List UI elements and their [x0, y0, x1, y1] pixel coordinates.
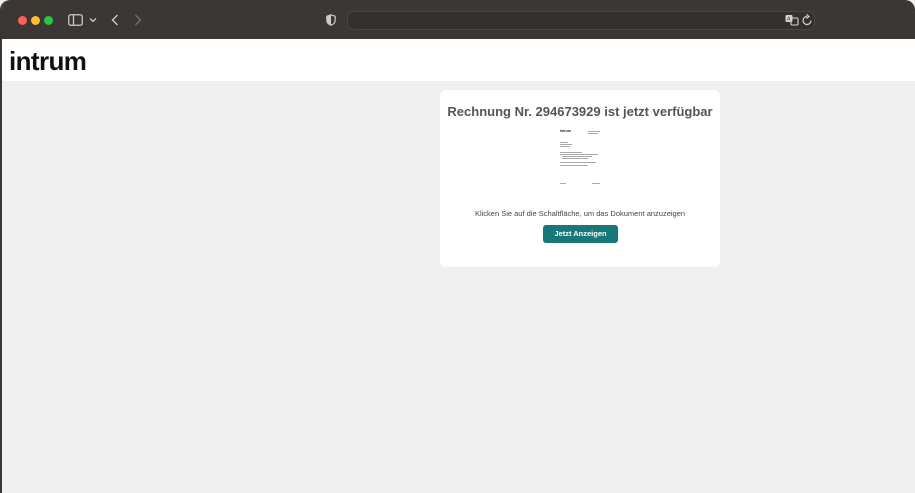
- web-page: intrum Rechnung Nr. 294673929 ist jetzt …: [2, 39, 915, 493]
- invoice-card: Rechnung Nr. 294673929 ist jetzt verfügb…: [440, 90, 720, 267]
- reload-icon[interactable]: [801, 13, 813, 27]
- shield-icon[interactable]: [325, 12, 337, 28]
- thumbnail-logo: intrum: [560, 129, 571, 133]
- chevron-left-icon[interactable]: [110, 12, 120, 28]
- address-bar[interactable]: [347, 11, 815, 30]
- svg-text:A: A: [787, 17, 791, 23]
- invoice-title: Rechnung Nr. 294673929 ist jetzt verfügb…: [447, 104, 713, 119]
- translate-icon[interactable]: A: [785, 13, 799, 27]
- minimize-window-button[interactable]: [31, 16, 40, 25]
- intrum-logo[interactable]: intrum: [9, 47, 87, 75]
- browser-toolbar: A: [2, 0, 915, 39]
- view-document-button[interactable]: Jetzt Anzeigen: [543, 225, 618, 243]
- document-preview-thumbnail: intrum: [558, 127, 604, 187]
- zoom-window-button[interactable]: [44, 16, 53, 25]
- chevron-right-icon[interactable]: [133, 12, 143, 28]
- chevron-down-icon[interactable]: [88, 12, 98, 28]
- close-window-button[interactable]: [18, 16, 27, 25]
- site-header: intrum: [2, 39, 915, 81]
- sidebar-icon[interactable]: [68, 12, 83, 28]
- instruction-text: Klicken Sie auf die Schaltfläche, um das…: [474, 209, 686, 218]
- browser-window: A intrum Rechnung Nr. 294673929 ist jetz…: [0, 0, 915, 493]
